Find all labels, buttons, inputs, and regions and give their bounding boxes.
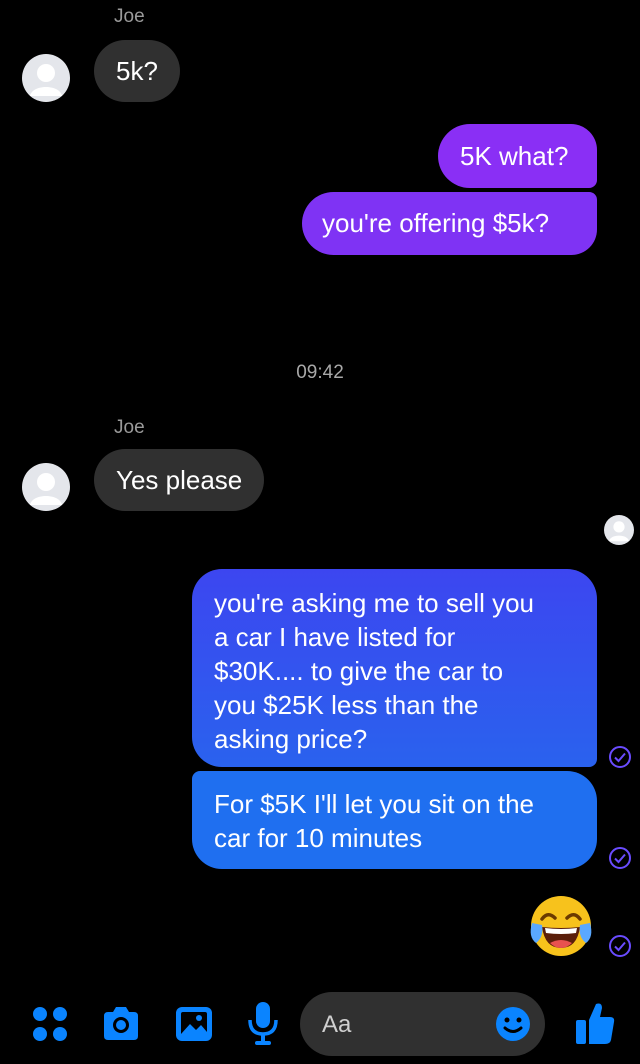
check-circle-icon (609, 746, 631, 768)
message-text: 5k? (116, 56, 158, 86)
gallery-icon[interactable] (174, 1004, 214, 1044)
seen-avatar (604, 515, 634, 545)
message-text: 5K what? (460, 141, 569, 171)
contact-avatar[interactable] (22, 54, 70, 102)
check-circle-icon (609, 935, 631, 957)
message-text-line: you're asking me to sell you (214, 588, 535, 618)
message-text: Yes please (116, 465, 243, 495)
message-input[interactable] (320, 1006, 474, 1044)
emoji-message[interactable] (528, 893, 594, 959)
sender-name: Joe (114, 6, 145, 27)
message-bubble-incoming[interactable]: 5k? (94, 40, 180, 102)
avatar-placeholder-icon (30, 64, 62, 96)
avatar-placeholder-icon (609, 521, 629, 542)
message-bubble-outgoing[interactable]: you're asking me to sell you a car I hav… (192, 569, 597, 767)
message-bubble-outgoing[interactable]: For $5K I'll let you sit on the car for … (192, 771, 597, 869)
thumbs-up-icon[interactable] (574, 1000, 616, 1046)
microphone-icon[interactable] (246, 1000, 280, 1046)
message-text-line: you $25K less than the (214, 690, 479, 720)
avatar-placeholder-icon (30, 473, 62, 505)
message-text-line: car for 10 minutes (214, 823, 423, 853)
message-bubble-incoming[interactable]: Yes please (94, 449, 265, 511)
apps-icon[interactable] (30, 1004, 70, 1044)
message-text-line: $30K.... to give the car to (214, 656, 504, 686)
check-circle-icon (609, 847, 631, 869)
message-text-line: asking price? (214, 724, 368, 754)
camera-icon[interactable] (100, 1004, 142, 1044)
message-text-line: a car I have listed for (214, 622, 456, 652)
emoji-icon[interactable] (494, 1005, 532, 1043)
message-composer[interactable] (300, 992, 545, 1056)
timestamp-divider: 09:42 (296, 362, 344, 383)
sender-name: Joe (114, 417, 145, 438)
message-text: you're offering $5k? (322, 208, 550, 238)
message-text-line: For $5K I'll let you sit on the (214, 789, 535, 819)
tears-of-joy-emoji-icon (530, 896, 592, 956)
contact-avatar[interactable] (22, 463, 70, 511)
message-bubble-outgoing[interactable]: 5K what? (438, 124, 597, 188)
message-bubble-outgoing[interactable]: you're offering $5k? (302, 192, 597, 255)
